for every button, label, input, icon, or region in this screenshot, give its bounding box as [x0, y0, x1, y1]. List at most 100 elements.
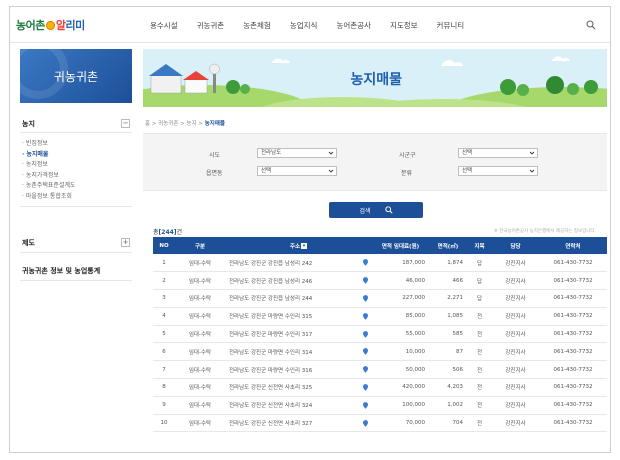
cell-address: 전라남도 강진군 신전면 사초리 324	[225, 396, 372, 415]
sidebar-item-farmland-info[interactable]: · 농지정보	[22, 160, 130, 171]
expand-icon[interactable]: +	[121, 238, 130, 247]
search-button-label: 검색	[359, 207, 371, 215]
sidebar-group-policy: 제도 +	[20, 233, 132, 253]
page-title: 농지매물	[350, 72, 402, 88]
map-pin-icon[interactable]	[363, 384, 368, 391]
eupmyeon-label: 읍면동	[206, 170, 223, 177]
cell-area: 1,002	[429, 396, 467, 415]
map-pin-icon[interactable]	[363, 277, 368, 285]
eupmyeon-select[interactable]: 선택	[257, 166, 337, 176]
site-logo[interactable]: 농어촌 알 리미	[16, 16, 85, 34]
sidebar-head-label: 귀농귀촌 정보 및 농업통계	[22, 266, 101, 275]
chevron-down-icon	[529, 169, 535, 173]
sidebar-item-farmland-listing[interactable]: · 농지매물	[22, 150, 130, 161]
cell-no: 2	[153, 271, 175, 291]
sidebar-head-stats[interactable]: 귀농귀촌 정보 및 농업통계	[20, 261, 132, 281]
table-row[interactable]: 7 임대-수탁 전라남도 강진군 마량면 수인리 316 50,000 506 전 강진지사…	[153, 360, 607, 380]
sidebar-item-village-info[interactable]: · 마을정보 통합조회	[22, 192, 130, 203]
map-pin-icon[interactable]	[363, 313, 368, 320]
sidebar-submenu: · 빈집정보 · 농지매물 · 농지정보 · 농지가격정보 · 농촌주택표준설계…	[20, 133, 132, 207]
type-select[interactable]: 선택	[458, 166, 538, 176]
nav-item-map-info[interactable]: 지도정보	[390, 20, 418, 31]
table-header-row: NO 구분 주소 ▾ 면적 임대료(원) 면적(㎡) 지목 담당 연락처	[153, 237, 607, 254]
nav-item-community[interactable]: 커뮤니티	[437, 20, 465, 31]
sidebar-head-policy[interactable]: 제도 +	[20, 233, 132, 253]
nav-item-farming-knowledge[interactable]: 농업지식	[290, 20, 318, 31]
sidebar-head-label: 농지	[22, 119, 35, 128]
cell-rent: 100,000	[372, 396, 429, 415]
cell-type: 임대-수탁	[175, 325, 225, 344]
map-pin-icon[interactable]	[363, 330, 368, 338]
cell-type: 임대-수탁	[175, 360, 225, 380]
type-label: 분류	[401, 170, 413, 177]
cell-rent: 50,000	[372, 360, 429, 380]
breadcrumb: 홈 > 귀농귀촌 > 농지 > 농지매물	[145, 119, 225, 127]
table-row[interactable]: 10 임대-수탁 전라남도 강진군 신전면 사초리 327 70,000 704 전 강진지…	[153, 414, 607, 433]
sidebar-title-text: 귀농귀촌	[53, 69, 99, 84]
sidebar-item-house-design[interactable]: · 농촌주택표준설계도	[22, 181, 130, 192]
cell-contact: 061-430-7732	[539, 396, 607, 415]
cell-contact: 061-430-7732	[539, 271, 607, 291]
logo-text-1: 농어촌	[16, 19, 45, 32]
col-header-area[interactable]: 면적(㎡)	[429, 237, 467, 254]
nav-item-return-farming[interactable]: 귀농귀촌	[197, 20, 225, 31]
col-header-address[interactable]: 주소 ▾	[225, 237, 372, 254]
table-row[interactable]: 3 임대-수탁 전라남도 강진군 강진읍 남성리 244 227,000 2,271 답 강…	[153, 289, 607, 308]
cell-contact: 061-430-7732	[539, 360, 607, 380]
browser-frame: 농어촌 알 리미 용수시설 귀농귀촌 농촌체험 농업지식 농어촌공사 지도정보 …	[9, 6, 611, 453]
table-row[interactable]: 1 임대-수탁 전라남도 강진군 강진읍 남성리 242 187,000 1,874 답 강…	[153, 254, 607, 273]
map-pin-icon[interactable]	[363, 402, 368, 409]
col-header-office[interactable]: 담당	[492, 237, 539, 254]
sigungu-select[interactable]: 선택	[458, 148, 538, 158]
home-icon[interactable]: 홈	[145, 121, 150, 127]
map-pin-icon[interactable]	[363, 295, 368, 302]
main-nav: 용수시설 귀농귀촌 농촌체험 농업지식 농어촌공사 지도정보 커뮤니티	[150, 7, 483, 43]
col-header-rent[interactable]: 면적 임대료(원)	[372, 237, 429, 254]
sort-icon[interactable]: ▾	[301, 243, 308, 249]
table-row[interactable]: 8 임대-수탁 전라남도 강진군 신전면 사초리 325 420,000 4,203 전 강…	[153, 378, 607, 397]
sidebar-item-vacant-house[interactable]: · 빈집정보	[22, 139, 130, 150]
logo-text-2: 알	[55, 19, 66, 32]
col-header-contact[interactable]: 연락처	[539, 237, 607, 254]
col-header-no[interactable]: NO	[153, 237, 175, 254]
cell-rent: 10,000	[372, 342, 429, 362]
sido-select[interactable]: 전라남도	[257, 148, 337, 158]
table-row[interactable]: 5 임대-수탁 전라남도 강진군 마량면 수인리 317 55,000 585 전 강진지사…	[153, 325, 607, 344]
map-pin-icon[interactable]	[363, 419, 368, 427]
cell-rent: 85,000	[372, 307, 429, 326]
sigungu-label: 시군구	[399, 152, 416, 159]
cell-type: 임대-수탁	[175, 378, 225, 397]
nav-item-krc[interactable]: 농어촌공사	[336, 20, 371, 31]
search-icon[interactable]	[586, 20, 596, 30]
sidebar-head-farmland[interactable]: 농지 −	[20, 115, 132, 133]
collapse-icon[interactable]: −	[121, 119, 130, 128]
cell-rent: 55,000	[372, 325, 429, 344]
map-pin-icon[interactable]	[363, 348, 368, 356]
search-button[interactable]: 검색	[329, 202, 423, 218]
result-count: 총[244]건	[153, 229, 183, 236]
map-pin-icon[interactable]	[363, 366, 368, 374]
table-row[interactable]: 6 임대-수탁 전라남도 강진군 마량면 수인리 314 10,000 87 전 강진지사 0…	[153, 342, 607, 362]
table-row[interactable]: 9 임대-수탁 전라남도 강진군 신전면 사초리 324 100,000 1,002 전 강…	[153, 396, 607, 415]
cell-contact: 061-430-7732	[539, 289, 607, 308]
cell-type: 임대-수탁	[175, 307, 225, 326]
cell-no: 1	[153, 254, 175, 273]
nav-item-water[interactable]: 용수시설	[150, 20, 178, 31]
cell-rent: 420,000	[372, 378, 429, 397]
sidebar-item-farmland-price[interactable]: · 농지가격정보	[22, 171, 130, 182]
table-row[interactable]: 2 임대-수탁 전라남도 강진군 강진읍 남성리 246 46,000 466 답 강진지사…	[153, 271, 607, 291]
cell-no: 10	[153, 414, 175, 433]
cell-category: 답	[467, 254, 492, 273]
search-filter-box: 시도 전라남도 시군구 선택 읍면동 선택 분류 선택	[143, 133, 607, 191]
cell-office: 강진지사	[492, 307, 539, 326]
cell-office: 강진지사	[492, 396, 539, 415]
nav-item-rural-experience[interactable]: 농촌체험	[243, 20, 271, 31]
sidebar-head-label: 제도	[22, 238, 35, 247]
col-header-category[interactable]: 지목	[467, 237, 492, 254]
col-header-type[interactable]: 구분	[175, 237, 225, 254]
map-pin-icon[interactable]	[363, 259, 368, 266]
table-row[interactable]: 4 임대-수탁 전라남도 강진군 마량면 수인리 315 85,000 1,085 전 강진…	[153, 307, 607, 326]
cell-type: 임대-수탁	[175, 271, 225, 291]
cell-no: 6	[153, 342, 175, 362]
cell-category: 전	[467, 396, 492, 415]
